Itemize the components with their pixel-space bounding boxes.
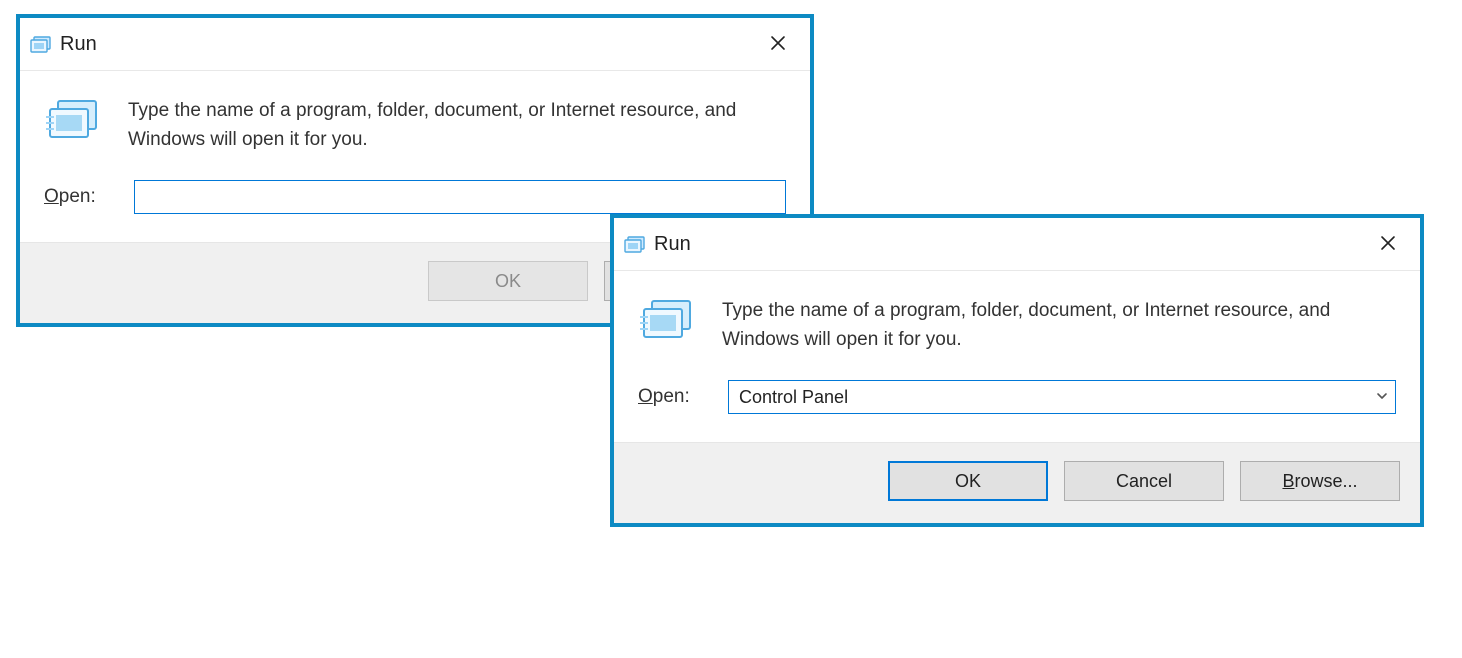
- ok-button[interactable]: OK: [888, 461, 1048, 501]
- titlebar: Run: [614, 218, 1420, 271]
- button-bar: OK Cancel Browse...: [614, 442, 1420, 523]
- window-title: Run: [654, 233, 1360, 256]
- chevron-down-icon[interactable]: [1375, 387, 1389, 408]
- ok-button: OK: [428, 261, 588, 301]
- run-icon: [638, 297, 696, 348]
- ok-button-label: OK: [495, 271, 521, 292]
- cancel-button-label: Cancel: [1116, 471, 1172, 492]
- close-icon: [770, 31, 786, 57]
- run-icon: [44, 97, 102, 148]
- titlebar: Run: [20, 18, 810, 71]
- open-input-value: Control Panel: [739, 387, 1369, 408]
- browse-button[interactable]: Browse...: [1240, 461, 1400, 501]
- dialog-body: Type the name of a program, folder, docu…: [20, 71, 810, 174]
- open-label: Open:: [44, 186, 134, 208]
- dialog-body: Type the name of a program, folder, docu…: [614, 271, 1420, 374]
- open-input[interactable]: Control Panel: [728, 380, 1396, 414]
- dialog-description: Type the name of a program, folder, docu…: [722, 297, 1396, 354]
- browse-button-label: Browse...: [1282, 471, 1357, 492]
- close-button[interactable]: [750, 22, 806, 66]
- ok-button-label: OK: [955, 471, 981, 492]
- run-icon: [624, 235, 646, 253]
- run-icon: [30, 35, 52, 53]
- open-label: Open:: [638, 386, 728, 408]
- dialog-description: Type the name of a program, folder, docu…: [128, 97, 786, 154]
- window-title: Run: [60, 33, 750, 56]
- open-input[interactable]: [134, 180, 786, 214]
- cancel-button[interactable]: Cancel: [1064, 461, 1224, 501]
- open-row: Open: Control Panel: [614, 374, 1420, 442]
- close-icon: [1380, 231, 1396, 257]
- run-dialog-filled: Run Type the name of a program, folder, …: [610, 214, 1424, 527]
- close-button[interactable]: [1360, 222, 1416, 266]
